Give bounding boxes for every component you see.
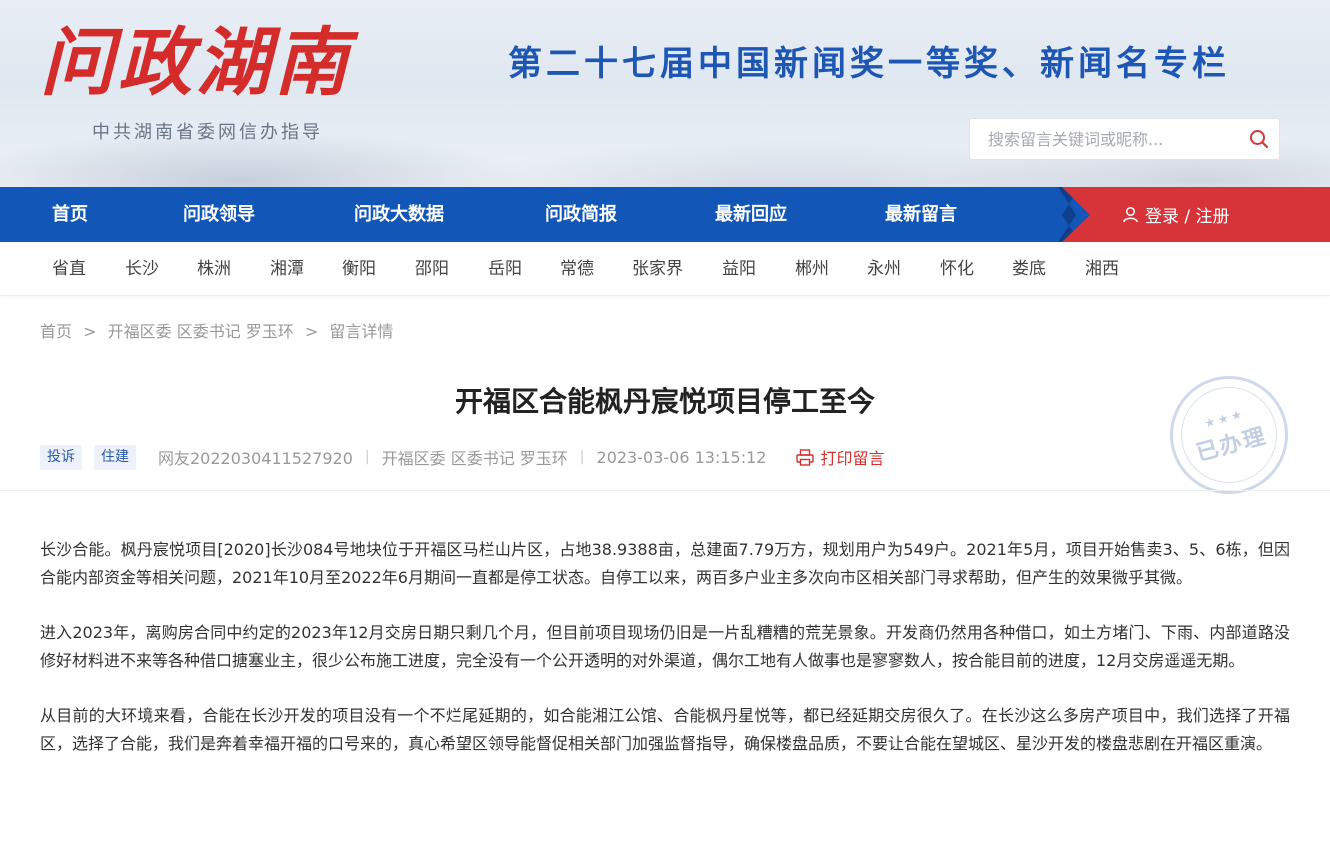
nav-item-leaders[interactable]: 问政领导 [183,187,255,242]
nav-item-latest-message[interactable]: 最新留言 [885,187,957,242]
print-label: 打印留言 [820,449,885,468]
user-icon [1122,206,1139,223]
nav-item-latest-response[interactable]: 最新回应 [715,187,787,242]
nav-item-home[interactable]: 首页 [52,187,88,242]
printer-icon [796,448,815,466]
region-item[interactable]: 益阳 [722,242,756,296]
meta-separator: | [364,449,370,465]
breadcrumb-separator: > [304,322,319,341]
tag-complaint[interactable]: 投诉 [40,444,82,470]
region-item[interactable]: 永州 [867,242,901,296]
search-input[interactable] [970,119,1239,159]
search-box [969,118,1280,160]
article-meta: 投诉 住建 网友2022030411527920 | 开福区委 区委书记 罗玉环… [40,444,884,470]
breadcrumb-home[interactable]: 首页 [40,322,72,341]
article-paragraph: 进入2023年，离购房合同中约定的2023年12月交房日期只剩几个月，但目前项目… [40,623,1290,670]
region-item[interactable]: 怀化 [940,242,974,296]
login-register-button[interactable]: 登录 / 注册 [1062,187,1330,242]
region-item[interactable]: 长沙 [125,242,159,296]
article-paragraph: 长沙合能。枫丹宸悦项目[2020]长沙084号地块位于开福区马栏山片区，占地38… [40,540,1290,587]
region-item[interactable]: 张家界 [632,242,683,296]
article-title: 开福区合能枫丹宸悦项目停工至今 [454,385,875,418]
region-item[interactable]: 邵阳 [415,242,449,296]
meta-separator: | [579,449,585,465]
region-item[interactable]: 株洲 [197,242,231,296]
article-paragraph: 从目前的大环境来看，合能在长沙开发的项目没有一个不烂尾延期的，如合能湘江公馆、合… [40,706,1290,753]
login-register-label: 登录 / 注册 [1145,207,1230,227]
region-item[interactable]: 湘潭 [270,242,304,296]
nav-item-briefing[interactable]: 问政简报 [545,187,617,242]
region-item[interactable]: 郴州 [795,242,829,296]
region-item[interactable]: 常德 [560,242,594,296]
site-subtitle: 中共湖南省委网信办指导 [92,122,323,143]
region-item[interactable]: 娄底 [1012,242,1046,296]
breadcrumb-leader[interactable]: 开福区委 区委书记 罗玉环 [108,322,294,341]
article-author: 网友2022030411527920 [158,449,353,468]
region-item[interactable]: 岳阳 [488,242,522,296]
site-logo[interactable]: 问政湖南 [40,18,352,108]
breadcrumb: 首页 > 开福区委 区委书记 罗玉环 > 留言详情 [40,320,393,344]
region-item[interactable]: 省直 [52,242,86,296]
stamp-inner-ring [1170,376,1288,494]
search-icon[interactable] [1239,119,1279,159]
breadcrumb-separator: > [83,322,97,341]
article-datetime: 2023-03-06 13:15:12 [596,447,767,467]
header-slogan: 第二十七届中国新闻奖一等奖、新闻名专栏 [508,44,1230,84]
breadcrumb-current: 留言详情 [329,322,394,341]
region-item[interactable]: 湘西 [1085,242,1119,296]
site-header: 问政湖南 中共湖南省委网信办指导 第二十七届中国新闻奖一等奖、新闻名专栏 [0,0,1330,187]
print-button[interactable]: 打印留言 [796,445,884,469]
nav-item-big-data[interactable]: 问政大数据 [354,187,444,242]
region-bar: 省直 长沙 株洲 湘潭 衡阳 邵阳 岳阳 常德 张家界 益阳 郴州 永州 怀化 … [0,242,1330,296]
article-body: 长沙合能。枫丹宸悦项目[2020]长沙084号地块位于开福区马栏山片区，占地38… [40,536,1290,785]
article-target[interactable]: 开福区委 区委书记 罗玉环 [382,445,568,469]
region-item[interactable]: 衡阳 [342,242,376,296]
divider [0,490,1330,491]
tag-housing[interactable]: 住建 [94,444,136,470]
